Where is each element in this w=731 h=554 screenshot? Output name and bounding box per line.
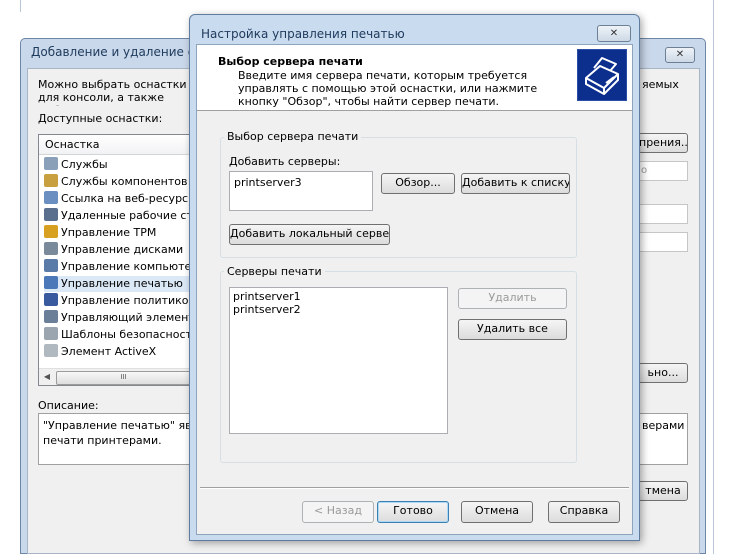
back-window-close-button[interactable]: ✕ xyxy=(665,47,695,63)
desktop-frame-line xyxy=(713,0,714,554)
wizard-header-subtitle: Введите имя сервера печати, которым треб… xyxy=(238,69,538,108)
desktop-frame-line xyxy=(20,0,21,12)
snapin-label: Службы xyxy=(61,158,108,171)
snapin-label: Управление дисками xyxy=(61,243,184,256)
description-right-text: верами xyxy=(642,419,685,432)
help-button[interactable]: Справка xyxy=(548,501,620,523)
gears-icon xyxy=(44,157,58,170)
print-servers-list[interactable]: printserver1 printserver2 xyxy=(229,287,448,434)
list-item[interactable]: Управление печатью xyxy=(44,276,190,292)
list-item[interactable]: Управляющий элемент WMI xyxy=(44,310,190,326)
printer-icon xyxy=(44,276,58,289)
tpm-icon xyxy=(44,225,58,238)
back-cancel-button[interactable]: тмена xyxy=(638,481,688,501)
list-item[interactable]: Шаблоны безопасности xyxy=(44,327,190,343)
finish-button[interactable]: Готово xyxy=(377,501,449,523)
advanced-button[interactable]: ьно... xyxy=(638,363,688,383)
back-window-description-right: яемых xyxy=(642,78,679,91)
remove-button[interactable]: Удалить xyxy=(458,288,567,309)
snapin-label: Удаленные рабочие столы xyxy=(61,209,190,222)
add-servers-label: Добавить серверы: xyxy=(229,155,341,168)
selected-field-3 xyxy=(638,232,688,252)
snapin-label: Управление TPM xyxy=(61,226,157,239)
activex-icon xyxy=(44,344,58,357)
list-item[interactable]: Ссылка на веб-ресурс xyxy=(44,191,190,207)
description-text-2: печати принтерами. xyxy=(43,434,162,447)
add-local-server-button[interactable]: Добавить локальный сервер xyxy=(229,224,390,245)
list-item[interactable]: Службы компонентов xyxy=(44,174,190,190)
list-item[interactable]: Удаленные рабочие столы xyxy=(44,208,190,224)
list-item[interactable]: printserver1 xyxy=(233,290,447,303)
list-item[interactable]: Элемент ActiveX xyxy=(44,344,190,360)
snapin-label: Шаблоны безопасности xyxy=(61,328,190,341)
back-button[interactable]: < Назад xyxy=(302,501,374,523)
ip-policy-icon xyxy=(44,293,58,306)
description-box-right: верами xyxy=(638,413,688,465)
description-label: Описание: xyxy=(38,399,99,412)
snapin-label: Управление печатью xyxy=(61,277,183,290)
dialog-title: Настройка управления печатью xyxy=(201,27,405,41)
scroll-thumb[interactable]: III xyxy=(56,371,191,385)
dialog-close-button[interactable]: ✕ xyxy=(597,25,631,42)
add-to-list-button[interactable]: Добавить к списку xyxy=(461,173,570,194)
selected-field-2 xyxy=(638,204,688,224)
snapin-label: Управление компьютером xyxy=(61,260,190,273)
horizontal-scrollbar[interactable]: ◀ III xyxy=(39,368,191,385)
cancel-button[interactable]: Отмена xyxy=(461,501,533,523)
components-icon xyxy=(44,174,58,187)
description-text: "Управление печатью" являет xyxy=(43,419,189,432)
list-item[interactable]: Управление TPM xyxy=(44,225,190,241)
disk-icon xyxy=(44,242,58,255)
snapin-label: Управляющий элемент WMI xyxy=(61,311,190,324)
description-box: "Управление печатью" являет печати принт… xyxy=(38,413,190,465)
web-link-icon xyxy=(44,191,58,204)
close-icon: ✕ xyxy=(609,28,619,39)
print-servers-group-label: Серверы печати xyxy=(224,265,325,278)
computer-management-icon xyxy=(44,259,58,272)
snapin-label: Элемент ActiveX xyxy=(61,345,157,358)
wizard-header-title: Выбор сервера печати xyxy=(218,55,363,68)
close-icon: ✕ xyxy=(675,49,685,60)
edit-extensions-button[interactable]: прения... xyxy=(638,133,688,153)
printer-icon xyxy=(577,49,627,101)
scroll-left-icon[interactable]: ◀ xyxy=(40,370,54,384)
list-item[interactable]: Управление дисками xyxy=(44,242,190,258)
list-item[interactable]: Управление компьютером xyxy=(44,259,190,275)
list-item[interactable]: Управление политикой IP xyxy=(44,293,190,309)
snapin-label: Ссылка на веб-ресурс xyxy=(61,192,189,205)
back-window-description: Можно выбрать оснастки для консоли, а та… xyxy=(38,78,187,106)
remote-desktop-icon xyxy=(44,208,58,221)
server-name-input[interactable]: printserver3 xyxy=(229,171,373,211)
list-item[interactable]: printserver2 xyxy=(233,303,447,316)
available-snapins-label: Доступные оснастки: xyxy=(38,112,163,125)
remove-all-button[interactable]: Удалить все xyxy=(458,319,567,340)
security-template-icon xyxy=(44,327,58,340)
selected-snapins-field: о xyxy=(638,161,688,181)
snapin-label: Службы компонентов xyxy=(61,175,188,188)
footer-separator xyxy=(200,487,629,489)
wmi-icon xyxy=(44,310,58,323)
browse-button[interactable]: Обзор... xyxy=(381,173,455,194)
select-server-group-label: Выбор сервера печати xyxy=(224,130,362,143)
snapin-label: Управление политикой IP xyxy=(61,294,190,307)
list-item[interactable]: Службы xyxy=(44,157,190,173)
snapin-column-header[interactable]: Оснастка xyxy=(39,135,189,155)
